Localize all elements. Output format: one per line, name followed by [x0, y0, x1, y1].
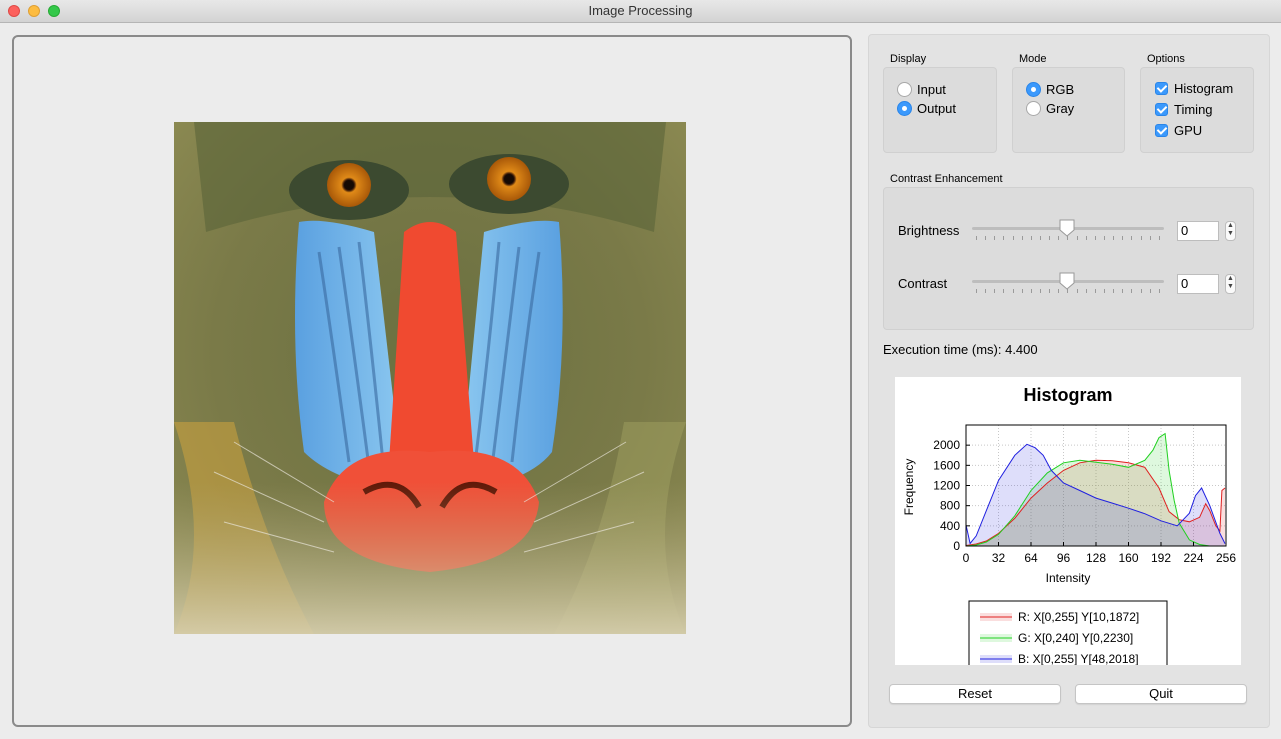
slider-thumb-icon[interactable]: [1059, 219, 1075, 237]
window-title: Image Processing: [588, 3, 693, 18]
checkmark-icon: [1155, 82, 1168, 95]
histogram-svg: Histogram 0 32 64 96 128 160 192 224 256 0 400 800 1…: [902, 385, 1236, 665]
window-titlebar: Image Processing: [0, 0, 1281, 23]
display-group-label: Display: [890, 53, 927, 65]
mode-gray-label: Gray: [1046, 101, 1075, 116]
zoom-window-button[interactable]: [48, 5, 60, 17]
radio-unselected-icon: [897, 82, 912, 97]
x-tick-label: 32: [992, 551, 1006, 565]
baboon-image-icon: [174, 122, 686, 634]
series-areas: [966, 433, 1225, 546]
radio-selected-icon: [897, 101, 912, 116]
close-window-button[interactable]: [8, 5, 20, 17]
output-image: [174, 122, 686, 634]
x-tick-label: 96: [1057, 551, 1071, 565]
brightness-stepper[interactable]: ▲ ▼: [1225, 221, 1236, 241]
brightness-value-field[interactable]: 0: [1177, 221, 1219, 241]
display-output-radio[interactable]: Output: [897, 101, 956, 116]
histogram-chart: Histogram 0 32 64 96 128 160 192 224 256 0 400 800 1…: [895, 377, 1241, 665]
options-group-label: Options: [1147, 53, 1185, 65]
contrast-slider[interactable]: [972, 271, 1164, 295]
reset-button[interactable]: Reset: [889, 684, 1061, 704]
brightness-label: Brightness: [898, 223, 960, 238]
x-tick-label: 192: [1151, 551, 1171, 565]
x-tick-label: 64: [1024, 551, 1038, 565]
legend-item-label: B: X[0,255] Y[48,2018]: [1018, 652, 1139, 665]
timing-checkbox-label: Timing: [1174, 102, 1213, 117]
histogram-title: Histogram: [1023, 385, 1112, 405]
contrast-value-field[interactable]: 0: [1177, 274, 1219, 294]
y-tick-label: 800: [940, 499, 960, 513]
mode-group-label: Mode: [1019, 53, 1047, 65]
legend-item-label: R: X[0,255] Y[10,1872]: [1018, 610, 1139, 624]
y-axis-label: Frequency: [902, 459, 916, 516]
histogram-checkbox-label: Histogram: [1174, 81, 1234, 96]
mode-gray-radio[interactable]: Gray: [1026, 101, 1074, 116]
mode-rgb-radio[interactable]: RGB: [1026, 82, 1074, 97]
x-tick-label: 256: [1216, 551, 1236, 565]
checkmark-icon: [1155, 103, 1168, 116]
contrast-label: Contrast: [898, 276, 948, 291]
display-input-label: Input: [917, 82, 946, 97]
radio-unselected-icon: [1026, 101, 1041, 116]
x-axis-label: Intensity: [1046, 571, 1091, 585]
y-tick-label: 2000: [933, 438, 960, 452]
brightness-slider[interactable]: [972, 218, 1164, 242]
display-output-label: Output: [917, 101, 957, 116]
gpu-checkbox-label: GPU: [1174, 123, 1203, 138]
y-tick-label: 0: [953, 539, 960, 553]
histogram-checkbox[interactable]: Histogram: [1155, 81, 1233, 96]
x-tick-label: 160: [1118, 551, 1138, 565]
legend: R: X[0,255] Y[10,1872] G: X[0,240] Y[0,22…: [968, 600, 1168, 665]
radio-selected-icon: [1026, 82, 1041, 97]
checkmark-icon: [1155, 124, 1168, 137]
mode-rgb-label: RGB: [1046, 82, 1075, 97]
quit-button[interactable]: Quit: [1075, 684, 1247, 704]
display-input-radio[interactable]: Input: [897, 82, 946, 97]
y-tick-label: 1600: [933, 458, 960, 472]
x-tick-label: 224: [1183, 551, 1203, 565]
y-tick-label: 400: [940, 519, 960, 533]
y-tick-label: 1200: [933, 479, 960, 493]
contrast-enhancement-group: [883, 187, 1254, 330]
x-tick-label: 0: [963, 551, 970, 565]
legend-item-label: G: X[0,240] Y[0,2230]: [1018, 631, 1133, 645]
contrast-stepper[interactable]: ▲ ▼: [1225, 274, 1236, 294]
timing-checkbox[interactable]: Timing: [1155, 102, 1213, 117]
slider-thumb-icon[interactable]: [1059, 272, 1075, 290]
execution-time-label: Execution time (ms): 4.400: [883, 342, 1038, 357]
x-tick-label: 128: [1086, 551, 1106, 565]
minimize-window-button[interactable]: [28, 5, 40, 17]
contrast-group-label: Contrast Enhancement: [890, 173, 1003, 185]
gpu-checkbox[interactable]: GPU: [1155, 123, 1202, 138]
